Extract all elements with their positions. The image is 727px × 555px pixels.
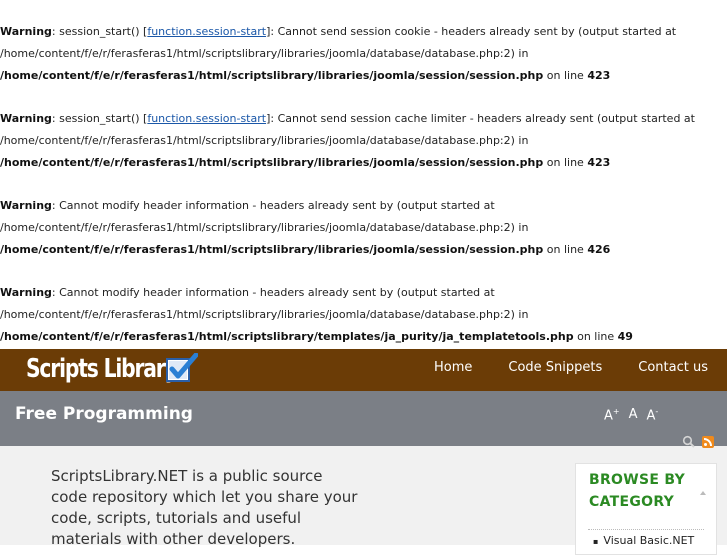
font-default-button[interactable]: A	[629, 407, 638, 423]
font-size-controls: A+ A A-	[604, 407, 658, 423]
logo-text: Scripts Library	[26, 354, 178, 384]
warning-block-3: Warning: Cannot modify header informatio…	[0, 199, 611, 256]
warning-label: Warning	[0, 112, 52, 125]
page-title: Free Programming	[15, 404, 193, 424]
category-item[interactable]: Visual Basic.NET	[593, 534, 694, 547]
divider	[588, 529, 704, 530]
site-logo[interactable]: Scripts Library	[26, 351, 219, 387]
warning-file: /home/content/f/e/r/ferasferas1/html/scr…	[0, 242, 544, 256]
warning-file: /home/content/f/e/r/ferasferas1/html/scr…	[0, 68, 544, 82]
warning-line: 423	[587, 155, 611, 169]
warning-label: Warning	[0, 199, 52, 212]
warning-file: /home/content/f/e/r/ferasferas1/html/scr…	[0, 329, 574, 343]
warning-line: 426	[587, 242, 611, 256]
intro-text: ScriptsLibrary.NET is a public source co…	[51, 467, 358, 548]
font-increase-button[interactable]: A+	[604, 407, 620, 423]
nav-home[interactable]: Home	[417, 349, 491, 389]
warning-block-1: Warning: session_start() [function.sessi…	[0, 25, 677, 82]
font-decrease-button[interactable]: A-	[647, 407, 659, 423]
warning-file: /home/content/f/e/r/ferasferas1/html/scr…	[0, 155, 544, 169]
warning-label: Warning	[0, 25, 52, 38]
warning-line: 423	[587, 68, 611, 82]
rss-icon[interactable]	[702, 436, 714, 448]
main-nav: Home Code Snippets Contact us	[417, 349, 727, 389]
warning-line: 49	[617, 329, 633, 343]
warning-block-4: Warning: Cannot modify header informatio…	[0, 286, 633, 343]
warning-label: Warning	[0, 286, 52, 299]
warning-path: /home/content/f/e/r/ferasferas1/html/scr…	[0, 133, 529, 147]
search-icon[interactable]	[682, 435, 696, 449]
doc-link[interactable]: function.session-start	[147, 112, 266, 125]
warning-path: /home/content/f/e/r/ferasferas1/html/scr…	[0, 220, 529, 234]
doc-link[interactable]: function.session-start	[147, 25, 266, 38]
module-title: BROWSE BY CATEGORY	[589, 472, 686, 510]
checkbox-check-icon	[166, 353, 198, 382]
nav-code-snippets[interactable]: Code Snippets	[491, 349, 621, 389]
tools	[682, 435, 717, 449]
warning-block-2: Warning: session_start() [function.sessi…	[0, 112, 695, 169]
category-module: BROWSE BYCATEGORY Visual Basic.NET	[575, 463, 717, 555]
warning-path: /home/content/f/e/r/ferasferas1/html/scr…	[0, 307, 529, 321]
php-warnings: Warning: session_start() [function.sessi…	[0, 0, 727, 349]
warning-path: /home/content/f/e/r/ferasferas1/html/scr…	[0, 46, 529, 60]
collapse-arrow-icon[interactable]	[700, 491, 706, 495]
nav-contact-us[interactable]: Contact us	[621, 349, 727, 389]
